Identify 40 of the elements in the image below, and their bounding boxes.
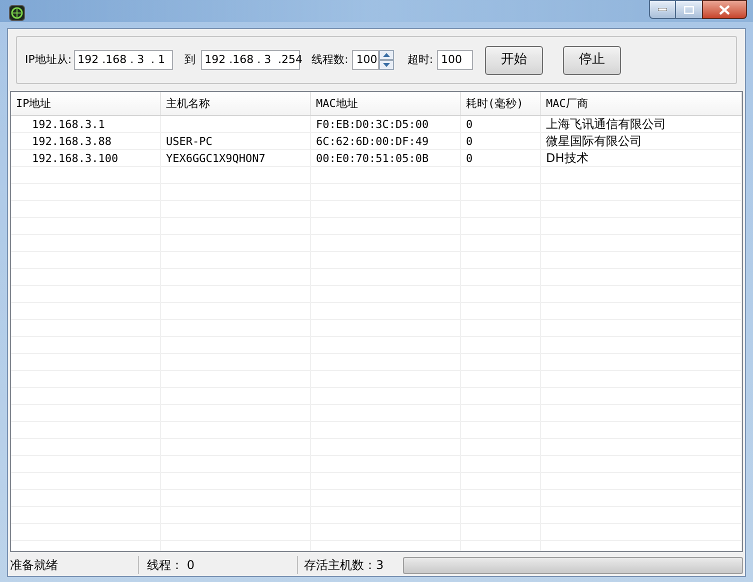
table-cell: 上海飞讯通信有限公司 (546, 117, 666, 131)
start-ip-field[interactable]: 192 .168 . 3 . 1 (74, 50, 173, 70)
alive-hosts-count: 存活主机数：3 (303, 557, 385, 574)
column-header[interactable]: IP地址 (11, 92, 161, 115)
thread-count: 线程： 0 (139, 556, 298, 574)
table-cell: 0 (466, 118, 473, 131)
threads-field[interactable]: 100 (352, 50, 380, 70)
close-button[interactable] (702, 0, 747, 19)
table-cell: 0 (466, 135, 473, 148)
table-cell: USER-PC (166, 135, 212, 148)
table-cell: 192.168.3.88 (32, 135, 112, 148)
table-cell: DH技术 (546, 151, 588, 165)
table-cell: 0 (466, 152, 473, 165)
maximize-button[interactable] (676, 0, 702, 19)
table-cell: 微星国际有限公司 (546, 134, 642, 148)
timeout-field[interactable]: 100 (437, 50, 474, 70)
table-cell: 192.168.3.100 (32, 152, 118, 165)
start-button[interactable]: 开始 (485, 46, 544, 74)
end-ip-field[interactable]: 192 .168 . 3 .254 (200, 50, 300, 70)
column-header[interactable]: 耗时(毫秒) (461, 92, 541, 115)
minimize-button[interactable] (649, 0, 676, 19)
threads-label: 线程数: (312, 52, 348, 68)
stop-button[interactable]: 停止 (563, 46, 622, 74)
table-cell: 192.168.3.1 (32, 118, 105, 131)
table-cell: 6C:62:6D:00:DF:49 (316, 135, 429, 148)
timeout-label: 超时: (407, 52, 434, 68)
maximize-icon (684, 6, 694, 14)
spinner-icon[interactable] (379, 50, 394, 70)
column-header[interactable]: MAC厂商 (541, 92, 742, 115)
to-label: 到 (184, 52, 196, 68)
column-header[interactable]: 主机名称 (161, 92, 311, 115)
table-cell: 00:E0:70:51:05:0B (316, 152, 429, 165)
close-icon (719, 4, 730, 14)
column-header[interactable]: MAC地址 (311, 92, 461, 115)
status-text: 准备就绪 (8, 556, 139, 574)
from-label: IP地址从: (25, 52, 72, 68)
table-cell: F0:EB:D0:3C:D5:00 (316, 118, 429, 131)
app-icon (9, 5, 25, 21)
table-cell: YEX6GGC1X9QHON7 (166, 152, 266, 165)
minimize-icon (658, 8, 667, 11)
